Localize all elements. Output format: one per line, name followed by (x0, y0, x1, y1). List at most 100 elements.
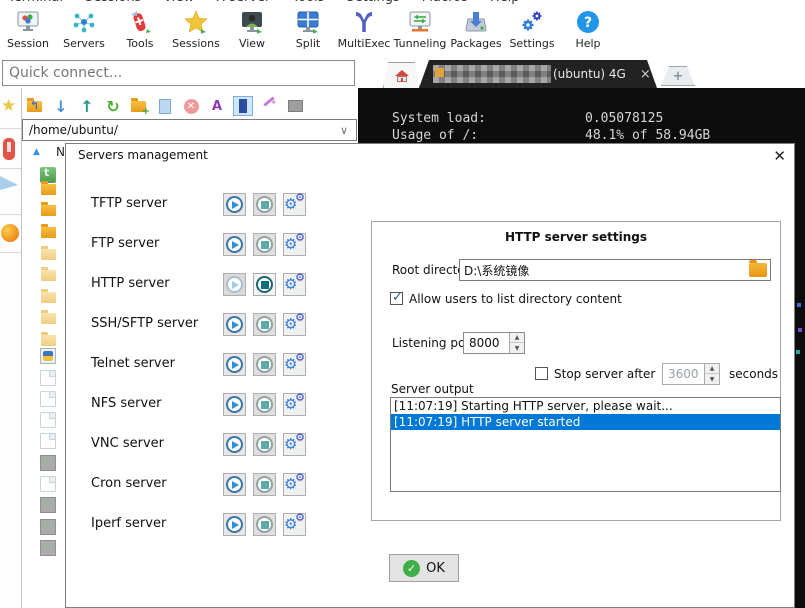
toolbar-help-button[interactable]: ? Help (560, 8, 616, 58)
toolbar-tunneling-button[interactable]: Tunneling (392, 8, 448, 58)
file-icon[interactable] (40, 433, 56, 449)
tftp-settings-button[interactable]: ⚙⚙ (283, 193, 306, 216)
spin-down-icon[interactable]: ▼ (510, 343, 524, 353)
quick-connect-input[interactable] (2, 60, 355, 86)
script-file-icon[interactable] (40, 540, 56, 556)
toolbar-split-button[interactable]: Split (280, 8, 336, 58)
file-icon[interactable] (40, 370, 56, 386)
toolbar-multiexec-button[interactable]: MultiExec (336, 8, 392, 58)
toolbar-sessions-button[interactable]: Sessions (168, 8, 224, 58)
menu-xserver[interactable]: X server (216, 0, 270, 5)
telnet-settings-button[interactable]: ⚙⚙ (283, 353, 306, 376)
ftp-stop-button[interactable] (253, 233, 276, 256)
stop-after-checkbox[interactable] (535, 367, 548, 380)
refresh-icon[interactable]: ↻ (104, 97, 122, 115)
upload-icon[interactable]: ↑ (78, 97, 96, 115)
toolbar-session-button[interactable]: Session (0, 8, 56, 58)
folder-icon[interactable] (40, 266, 56, 282)
script-file-icon[interactable] (40, 519, 56, 535)
menu-macros[interactable]: Macros (422, 0, 468, 5)
sshsftp-stop-button[interactable] (253, 313, 276, 336)
spin-down-icon[interactable]: ▼ (705, 374, 719, 384)
spin-up-icon[interactable]: ▲ (705, 364, 719, 374)
new-folder-icon[interactable]: + (130, 97, 148, 115)
menu-tools[interactable]: Tools (292, 0, 324, 5)
view-icon (238, 8, 266, 36)
remote-path-combobox[interactable]: /home/ubuntu/ ∨ (22, 119, 357, 141)
iperf-settings-button[interactable]: ⚙⚙ (283, 513, 306, 536)
http-settings-button[interactable]: ⚙⚙ (283, 273, 306, 296)
go-parent-folder-icon[interactable]: ↰ (26, 97, 44, 115)
rename-icon[interactable]: A (208, 97, 226, 115)
menu-sessions[interactable]: Sessions (85, 0, 141, 5)
ftp-settings-button[interactable]: ⚙⚙ (283, 233, 306, 256)
toolbar-packages-button[interactable]: Packages (448, 8, 504, 58)
vnc-settings-button[interactable]: ⚙⚙ (283, 433, 306, 456)
menu-terminal[interactable]: Terminal (8, 0, 63, 5)
file-icon[interactable] (40, 412, 56, 428)
delete-icon[interactable]: ✕ (182, 97, 200, 115)
listening-port-spinbox[interactable]: 8000 ▲ ▼ (463, 332, 525, 354)
menu-view[interactable]: View (163, 0, 194, 5)
new-tab-button[interactable]: + (661, 66, 695, 86)
http-stop-button[interactable] (253, 273, 276, 296)
download-icon[interactable]: ↓ (52, 97, 70, 115)
output-line[interactable]: [11:07:19] Starting HTTP server, please … (391, 398, 780, 414)
script-file-icon[interactable] (40, 497, 56, 513)
toolbar-settings-button[interactable]: Settings (504, 8, 560, 58)
new-file-icon[interactable] (156, 97, 174, 115)
ok-button[interactable]: ✓ OK (389, 554, 459, 582)
paper-plane-icon[interactable] (0, 176, 18, 190)
toolbar-view-button[interactable]: View (224, 8, 280, 58)
telnet-start-button[interactable] (223, 353, 246, 376)
tools-knife-icon[interactable] (3, 138, 15, 160)
vnc-stop-button[interactable] (253, 433, 276, 456)
nfs-start-button[interactable] (223, 393, 246, 416)
magic-wand-icon[interactable]: ✦ (260, 97, 278, 115)
pin-view-icon[interactable] (234, 97, 252, 115)
server-output-list[interactable]: [11:07:19] Starting HTTP server, please … (390, 397, 781, 492)
dialog-close-icon[interactable]: ✕ (773, 147, 786, 165)
home-tab[interactable] (383, 62, 420, 88)
allow-list-checkbox[interactable]: ✓ (390, 292, 403, 305)
folder-icon[interactable] (40, 245, 56, 261)
browse-folder-icon[interactable] (749, 263, 767, 277)
folder-icon[interactable] (40, 201, 56, 217)
file-icon[interactable] (40, 476, 56, 492)
nfs-settings-button[interactable]: ⚙⚙ (283, 393, 306, 416)
terminal-small-icon[interactable] (286, 97, 304, 115)
python-file-icon[interactable] (40, 348, 56, 364)
root-directory-input[interactable]: D:\系统镜像 (459, 259, 771, 281)
folder-icon[interactable] (40, 223, 56, 239)
tftp-stop-button[interactable] (253, 193, 276, 216)
cron-start-button[interactable] (223, 473, 246, 496)
nfs-stop-button[interactable] (253, 393, 276, 416)
folder-icon[interactable] (40, 180, 56, 196)
active-session-tab[interactable]: (ubuntu) 4G × (419, 60, 657, 88)
toolbar-servers-button[interactable]: Servers (56, 8, 112, 58)
menu-help[interactable]: Help (490, 0, 520, 5)
favorites-star-icon[interactable]: ★ (1, 96, 16, 116)
tab-close-icon[interactable]: × (640, 67, 651, 82)
folder-icon[interactable] (40, 288, 56, 304)
folder-icon[interactable] (40, 331, 56, 347)
iperf-stop-button[interactable] (253, 513, 276, 536)
sshsftp-settings-button[interactable]: ⚙⚙ (283, 313, 306, 336)
ftp-start-button[interactable] (223, 233, 246, 256)
vnc-start-button[interactable] (223, 433, 246, 456)
globe-icon[interactable] (1, 224, 19, 242)
script-file-icon[interactable] (40, 455, 56, 471)
telnet-stop-button[interactable] (253, 353, 276, 376)
toolbar-tools-button[interactable]: Tools (112, 8, 168, 58)
spin-up-icon[interactable]: ▲ (510, 333, 524, 343)
cron-stop-button[interactable] (253, 473, 276, 496)
file-icon[interactable] (40, 391, 56, 407)
iperf-start-button[interactable] (223, 513, 246, 536)
cron-settings-button[interactable]: ⚙⚙ (283, 473, 306, 496)
sshsftp-start-button[interactable] (223, 313, 246, 336)
menu-settings[interactable]: Settings (346, 0, 399, 5)
tftp-start-button[interactable] (223, 193, 246, 216)
output-line-selected[interactable]: [11:07:19] HTTP server started (391, 414, 780, 430)
folder-icon[interactable] (40, 309, 56, 325)
mobaxterm-window: Terminal Sessions View X server Tools Se… (0, 0, 805, 608)
